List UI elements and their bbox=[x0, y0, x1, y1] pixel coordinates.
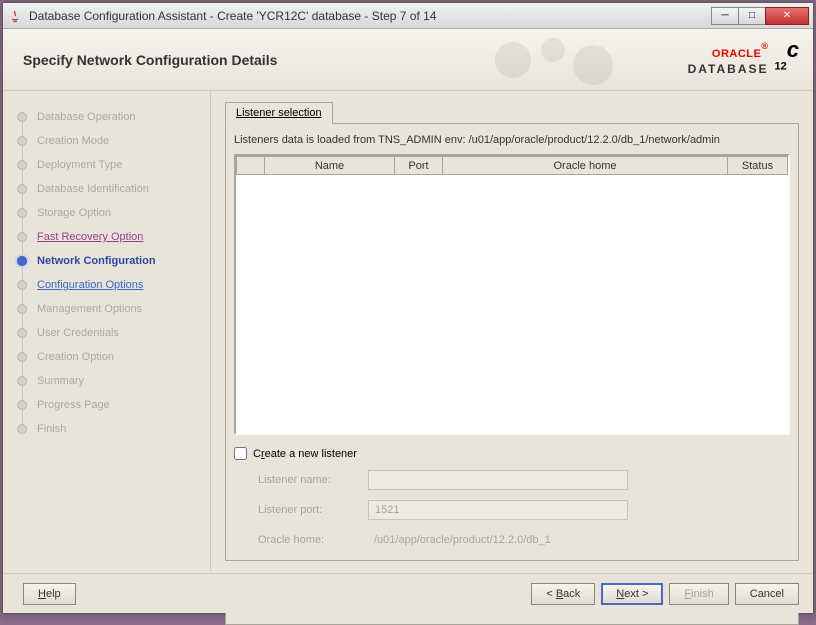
col-select bbox=[237, 157, 265, 175]
step-dot-icon bbox=[17, 232, 27, 242]
oracle-brand: ORACLE® DATABASE 12c bbox=[688, 35, 799, 81]
step-user-credentials: User Credentials bbox=[17, 321, 204, 345]
step-configuration-options[interactable]: Configuration Options bbox=[17, 273, 204, 297]
step-dot-icon bbox=[17, 256, 27, 266]
tns-admin-info: Listeners data is loaded from TNS_ADMIN … bbox=[234, 134, 790, 146]
step-dot-icon bbox=[17, 136, 27, 146]
header: Specify Network Configuration Details OR… bbox=[3, 29, 813, 91]
step-dot-icon bbox=[17, 160, 27, 170]
brand-oracle-text: ORACLE® bbox=[688, 41, 769, 62]
titlebar[interactable]: Database Configuration Assistant - Creat… bbox=[3, 3, 813, 29]
step-database-operation: Database Operation bbox=[17, 105, 204, 129]
brand-version: 12c bbox=[775, 35, 800, 81]
listener-port-input bbox=[368, 500, 628, 520]
step-progress-page: Progress Page bbox=[17, 393, 204, 417]
tab-strip: Listener selection bbox=[225, 101, 799, 123]
app-window: Database Configuration Assistant - Creat… bbox=[2, 2, 814, 614]
cancel-button[interactable]: Cancel bbox=[735, 583, 799, 605]
step-deployment-type: Deployment Type bbox=[17, 153, 204, 177]
step-database-identification: Database Identification bbox=[17, 177, 204, 201]
step-label: Database Identification bbox=[37, 183, 149, 195]
step-label: Database Operation bbox=[37, 111, 135, 123]
step-label: Creation Mode bbox=[37, 135, 109, 147]
listener-port-label: Listener port: bbox=[258, 504, 368, 516]
step-summary: Summary bbox=[17, 369, 204, 393]
step-fast-recovery-option[interactable]: Fast Recovery Option bbox=[17, 225, 204, 249]
step-creation-option: Creation Option bbox=[17, 345, 204, 369]
step-label: Management Options bbox=[37, 303, 142, 315]
window-title: Database Configuration Assistant - Creat… bbox=[29, 9, 712, 23]
maximize-button[interactable]: □ bbox=[738, 7, 766, 25]
listener-panel: Listeners data is loaded from TNS_ADMIN … bbox=[225, 123, 799, 561]
listener-name-label: Listener name: bbox=[258, 474, 368, 486]
content-area: Database Operation Creation Mode Deploymen… bbox=[3, 91, 813, 571]
listeners-table[interactable]: Name Port Oracle home Status bbox=[234, 154, 790, 435]
finish-button: Finish bbox=[669, 583, 728, 605]
step-dot-icon bbox=[17, 208, 27, 218]
step-management-options: Management Options bbox=[17, 297, 204, 321]
step-label: Summary bbox=[37, 375, 84, 387]
page-title: Specify Network Configuration Details bbox=[23, 52, 277, 68]
step-dot-icon bbox=[17, 352, 27, 362]
step-dot-icon bbox=[17, 400, 27, 410]
step-finish: Finish bbox=[17, 417, 204, 441]
step-label: Fast Recovery Option bbox=[37, 231, 143, 243]
back-button[interactable]: < Back bbox=[531, 583, 595, 605]
oracle-home-value bbox=[368, 530, 628, 550]
create-listener-label[interactable]: Create a new listener bbox=[253, 448, 357, 460]
col-status[interactable]: Status bbox=[728, 157, 788, 175]
step-dot-icon bbox=[17, 424, 27, 434]
create-listener-checkbox[interactable] bbox=[234, 447, 247, 460]
step-dot-icon bbox=[17, 184, 27, 194]
window-controls: ─ □ ✕ bbox=[712, 7, 809, 25]
step-dot-icon bbox=[17, 112, 27, 122]
col-oracle-home[interactable]: Oracle home bbox=[443, 157, 728, 175]
col-port[interactable]: Port bbox=[395, 157, 443, 175]
step-storage-option: Storage Option bbox=[17, 201, 204, 225]
gears-decoration bbox=[473, 29, 653, 91]
main-panel: Listener selection Listeners data is loa… bbox=[211, 91, 813, 571]
step-label: Creation Option bbox=[37, 351, 114, 363]
close-button[interactable]: ✕ bbox=[765, 7, 809, 25]
step-creation-mode: Creation Mode bbox=[17, 129, 204, 153]
step-label: User Credentials bbox=[37, 327, 119, 339]
step-label: Deployment Type bbox=[37, 159, 122, 171]
step-dot-icon bbox=[17, 304, 27, 314]
step-label: Progress Page bbox=[37, 399, 110, 411]
next-button[interactable]: Next > bbox=[601, 583, 663, 605]
step-network-configuration: Network Configuration bbox=[17, 249, 204, 273]
help-button[interactable]: Help bbox=[23, 583, 76, 605]
wizard-steps: Database Operation Creation Mode Deploymen… bbox=[3, 91, 211, 571]
minimize-button[interactable]: ─ bbox=[711, 7, 739, 25]
step-label: Storage Option bbox=[37, 207, 111, 219]
step-dot-icon bbox=[17, 328, 27, 338]
oracle-home-label: Oracle home: bbox=[258, 534, 368, 546]
brand-database-text: DATABASE bbox=[688, 62, 769, 76]
tab-listener-selection[interactable]: Listener selection bbox=[225, 102, 333, 124]
listener-name-input bbox=[368, 470, 628, 490]
step-label: Finish bbox=[37, 423, 66, 435]
step-dot-icon bbox=[17, 280, 27, 290]
java-icon bbox=[7, 8, 23, 24]
step-dot-icon bbox=[17, 376, 27, 386]
step-label: Configuration Options bbox=[37, 279, 143, 291]
new-listener-form: Listener name: Listener port: Oracle hom… bbox=[258, 470, 790, 550]
create-listener-row: Create a new listener bbox=[234, 447, 790, 460]
col-name[interactable]: Name bbox=[265, 157, 395, 175]
footer: Help < Back Next > Finish Cancel bbox=[3, 573, 813, 613]
step-label: Network Configuration bbox=[37, 255, 156, 267]
